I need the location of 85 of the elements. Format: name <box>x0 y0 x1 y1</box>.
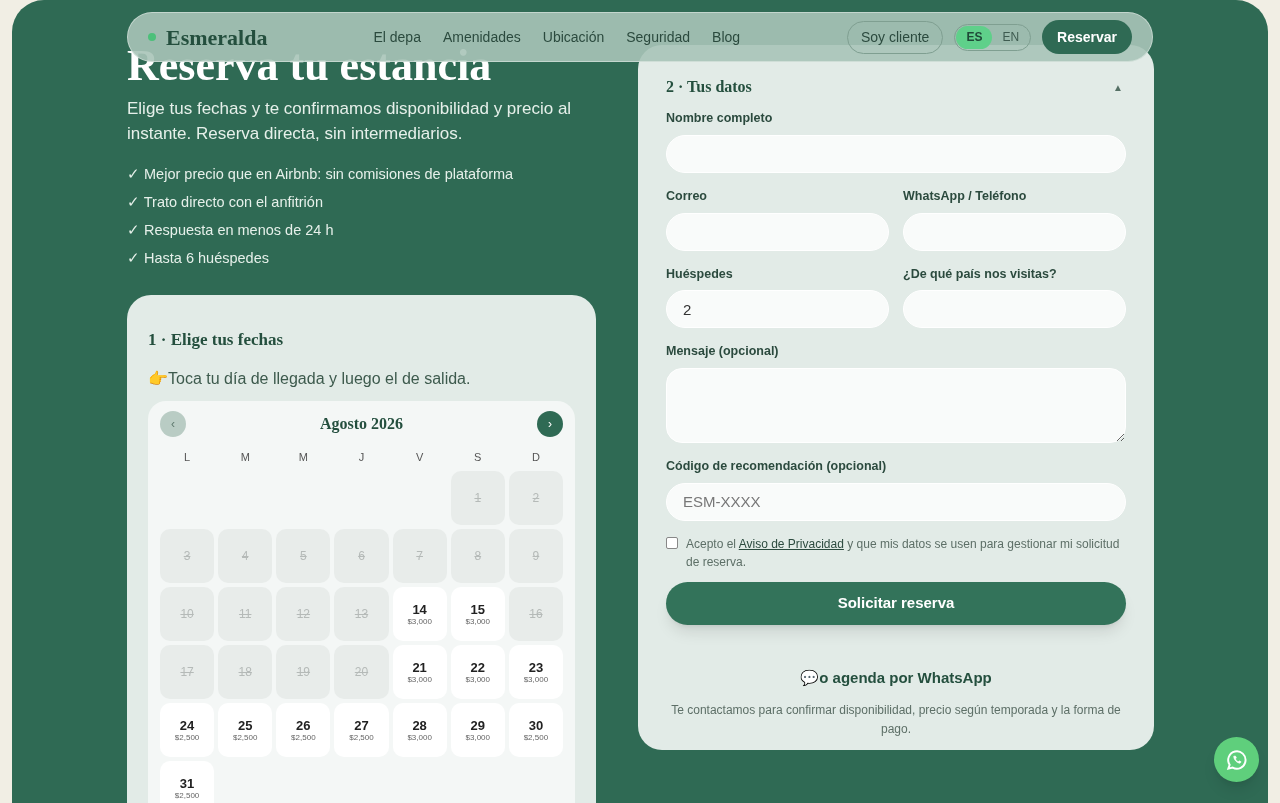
language-tab[interactable]: ES <box>956 25 993 49</box>
day-number: 23 <box>528 659 544 675</box>
field-label: Huéspedes <box>666 265 734 283</box>
day-number: 28 <box>412 717 427 733</box>
privacy-link[interactable]: Aviso de Privacidad <box>738 536 844 551</box>
whatsapp-heading: 💬o agenda por WhatsApp <box>799 667 993 688</box>
message-field[interactable] <box>666 368 1126 443</box>
weekday-label: V <box>414 449 425 465</box>
day-price: $3,000 <box>407 616 432 627</box>
nav-link[interactable]: Ubicación <box>542 26 605 48</box>
day-number: 15 <box>470 601 485 617</box>
day-number: 22 <box>470 659 485 675</box>
day-number: 25 <box>237 717 253 733</box>
calendar-day[interactable]: 25 $2,500 <box>218 703 273 757</box>
field-label: Código de recomendación (opcional) <box>666 458 888 475</box>
day-price: $2,500 <box>174 790 200 801</box>
input-field[interactable] <box>903 212 1126 251</box>
month-title: Agosto 2026 <box>319 413 404 435</box>
day-price: $3,000 <box>465 732 490 743</box>
calendar-day[interactable]: 31 $2,500 <box>160 761 215 803</box>
calendar-day[interactable]: 24 $2,500 <box>160 703 215 757</box>
day-price: $2,500 <box>291 732 316 743</box>
day-price: $2,500 <box>349 732 374 743</box>
calendar-hint: 👉Toca tu día de llegada y luego el de salida. <box>148 368 472 389</box>
calendar-day[interactable]: 28 $3,000 <box>392 703 447 757</box>
day-price: $3,000 <box>465 616 490 627</box>
card-title: 1 · Elige tus fechas <box>148 329 285 351</box>
day-price: $2,500 <box>174 732 200 743</box>
day-price: $3,000 <box>407 674 432 685</box>
nav-link[interactable]: Amenidades <box>442 26 521 48</box>
language-tab[interactable]: EN <box>992 25 1030 49</box>
calendar-day[interactable]: 30 $2,500 <box>508 703 563 757</box>
day-number: 29 <box>470 717 485 733</box>
weekday-label: D <box>530 449 541 465</box>
benefit-item: ✓ Hasta 6 huéspedes <box>127 249 270 268</box>
card-title: 2 · Tus datos <box>666 77 752 97</box>
day-price: $3,000 <box>523 674 549 685</box>
calendar-day[interactable]: 14 $3,000 <box>392 587 447 641</box>
calendar-day[interactable]: 26 $2,500 <box>276 703 331 757</box>
field-label: Correo <box>666 187 708 205</box>
field-label: Mensaje (opcional) <box>666 343 780 361</box>
calendar-day[interactable]: 22 $3,000 <box>450 645 505 699</box>
calendar-day[interactable]: 29 $3,000 <box>450 703 505 757</box>
benefit-item: ✓ Trato directo con el anfitrión <box>127 193 324 212</box>
reserve-button[interactable]: Reservar <box>1042 20 1132 54</box>
contact-note: Te contactamos para confirmar disponibilidad, precio según temporada y la forma de pago. <box>670 702 1122 739</box>
field-label: WhatsApp / Teléfono <box>903 187 1028 205</box>
day-number: 21 <box>412 659 427 675</box>
day-price: $3,000 <box>465 674 490 685</box>
input-field[interactable] <box>666 212 889 251</box>
calendar-day[interactable]: 27 $2,500 <box>334 703 389 757</box>
input-field[interactable] <box>666 134 1126 173</box>
collapse-toggle[interactable]: ▲ <box>1113 79 1126 95</box>
day-number: 26 <box>296 717 311 733</box>
submit-button[interactable]: Solicitar reserva <box>666 581 1126 625</box>
field-label: ¿De qué país nos visitas? <box>903 265 1058 283</box>
day-number: 24 <box>179 717 195 733</box>
input-field[interactable]: 2 <box>666 290 889 329</box>
calendar-day[interactable]: 15 $3,000 <box>450 587 505 641</box>
nav-link[interactable]: Seguridad <box>626 26 691 48</box>
input-field[interactable] <box>903 290 1126 329</box>
benefit-item: ✓ Respuesta en menos de 24 h <box>127 221 335 240</box>
page-subtitle: Elige tus fechas y te confirmamos disponibilidad y precio al instante. Reserva directa, sin intermediarios. <box>127 98 573 145</box>
consent-text: Acepto el Aviso de Privacidad y que mis datos se usen para gestionar mi solicitud de reserva. <box>686 535 1121 571</box>
whatsapp-button[interactable] <box>1214 737 1259 782</box>
day-number: 14 <box>412 601 427 617</box>
weekday-label: M <box>239 449 251 465</box>
weekday-label: S <box>473 449 483 465</box>
weekday-label: J <box>357 449 366 465</box>
calendar-day[interactable]: 21 $3,000 <box>392 645 447 699</box>
day-price: $2,500 <box>232 732 258 743</box>
input-field[interactable]: ESM-XXXX <box>666 482 1126 521</box>
weekday-label: L <box>183 449 192 465</box>
field-label: Nombre completo <box>666 110 774 127</box>
day-price: $3,000 <box>407 732 432 743</box>
day-number: 31 <box>179 775 195 791</box>
consent-checkbox[interactable] <box>666 536 678 549</box>
benefit-item: ✓ Mejor precio que en Airbnb: sin comisiones de plataforma <box>127 165 515 184</box>
calendar-day[interactable]: 23 $3,000 <box>508 645 563 699</box>
next-month-button[interactable]: › <box>537 410 563 437</box>
weekday-label: M <box>297 449 309 465</box>
day-number: 30 <box>528 717 544 733</box>
day-number: 27 <box>354 717 369 733</box>
day-price: $2,500 <box>523 732 549 743</box>
nav-link[interactable]: Blog <box>712 26 741 48</box>
